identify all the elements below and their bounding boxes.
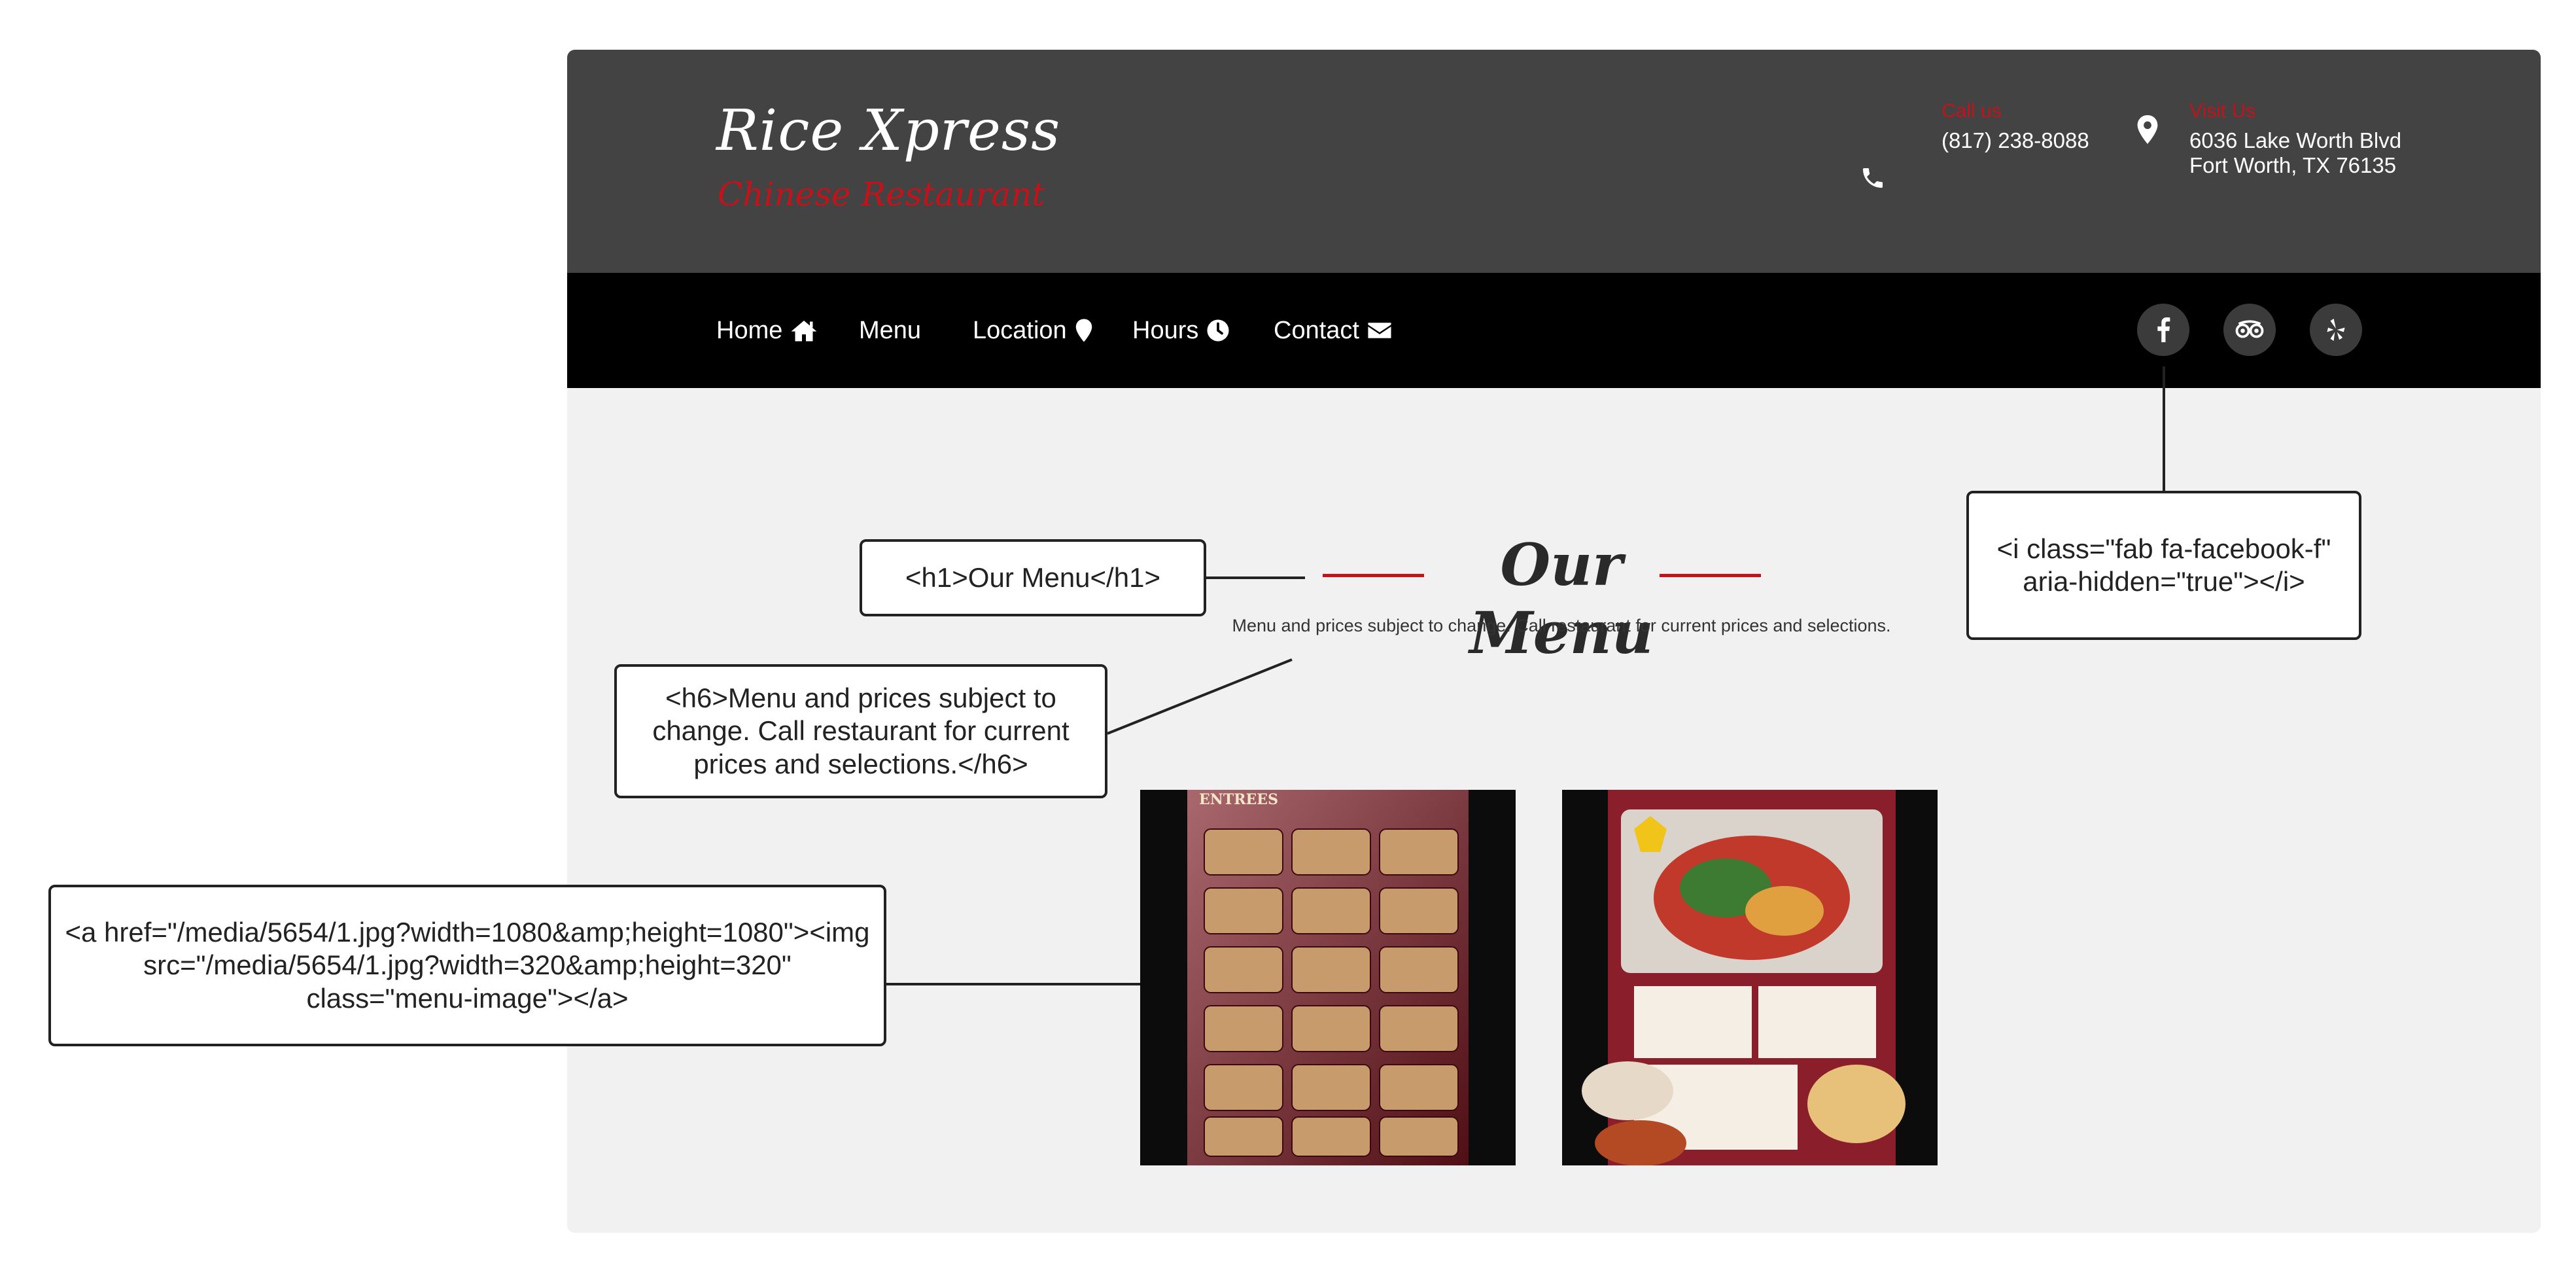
annotation-facebook-icon: <i class="fab fa-facebook-f" aria-hidden…: [1966, 491, 2361, 640]
annotation-h1: <h1>Our Menu</h1>: [860, 539, 1206, 616]
annotation-h6: <h6>Menu and prices subject to change. C…: [614, 664, 1107, 798]
annotation-menu-image-link: <a href="/media/5654/1.jpg?width=1080&am…: [48, 885, 886, 1046]
